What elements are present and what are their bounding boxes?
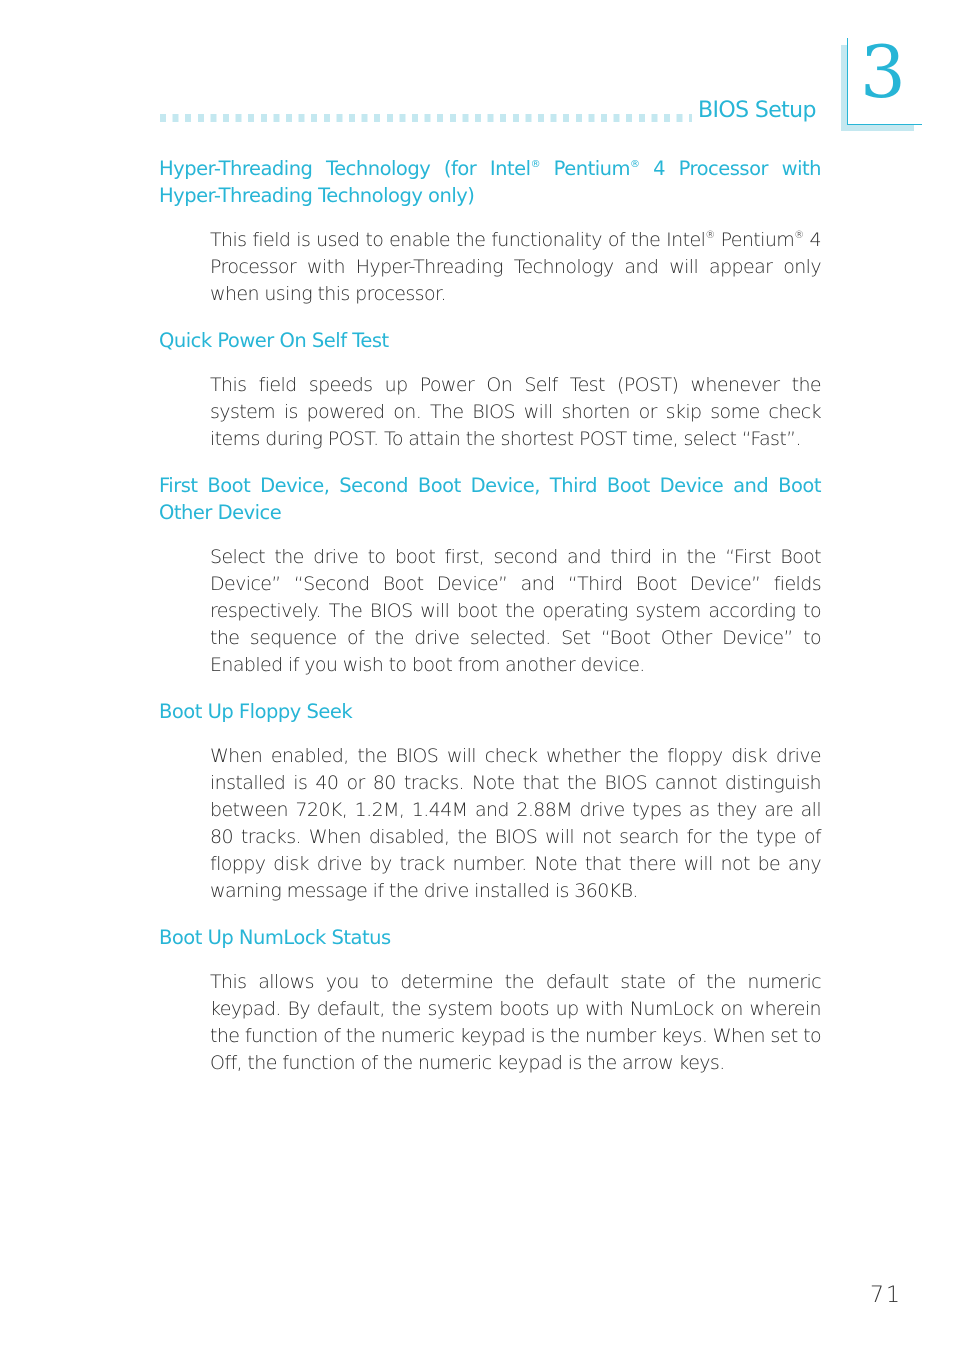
chapter-number: 3 bbox=[860, 30, 906, 114]
section-title: Hyper-Threading Technology (for Intel® P… bbox=[159, 155, 822, 209]
title-text: Pentium bbox=[540, 157, 631, 180]
page-number: 71 bbox=[870, 1283, 902, 1308]
section-floppy-seek: Boot Up Floppy Seek When enabled, the BI… bbox=[159, 698, 822, 905]
section-body: When enabled, the BIOS will check whethe… bbox=[210, 745, 822, 902]
section-body: Select the drive to boot first, second a… bbox=[210, 546, 822, 676]
body-text: This field is used to enable the functio… bbox=[210, 229, 706, 251]
section-body: This allows you to determine the default… bbox=[210, 971, 822, 1074]
section-boot-devices: First Boot Device, Second Boot Device, T… bbox=[159, 472, 822, 679]
registered-mark: ® bbox=[530, 159, 541, 170]
section-body: This field is used to enable the functio… bbox=[210, 227, 822, 308]
registered-mark: ® bbox=[630, 159, 640, 170]
section-numlock: Boot Up NumLock Status This allows you t… bbox=[159, 924, 822, 1077]
body-text: Pentium bbox=[714, 229, 795, 251]
chapter-tab: 3 bbox=[847, 30, 922, 125]
running-title: BIOS Setup bbox=[698, 98, 816, 123]
section-body: This field speeds up Power On Self Test … bbox=[210, 374, 822, 450]
section-title: First Boot Device, Second Boot Device, T… bbox=[159, 474, 822, 524]
section-title: Quick Power On Self Test bbox=[159, 329, 389, 352]
section-quick-post: Quick Power On Self Test This field spee… bbox=[159, 327, 822, 453]
section-title: Boot Up NumLock Status bbox=[159, 926, 391, 949]
section-hyper-threading: Hyper-Threading Technology (for Intel® P… bbox=[159, 155, 822, 308]
page-content: Hyper-Threading Technology (for Intel® P… bbox=[159, 155, 822, 1096]
manual-page: BIOS Setup 3 Hyper-Threading Technology … bbox=[0, 0, 954, 1351]
registered-mark: ® bbox=[705, 230, 715, 241]
header-dotted-rule bbox=[160, 114, 692, 122]
section-title: Boot Up Floppy Seek bbox=[159, 700, 353, 723]
title-text: Hyper-Threading Technology (for Intel bbox=[159, 157, 531, 180]
registered-mark: ® bbox=[794, 230, 804, 241]
